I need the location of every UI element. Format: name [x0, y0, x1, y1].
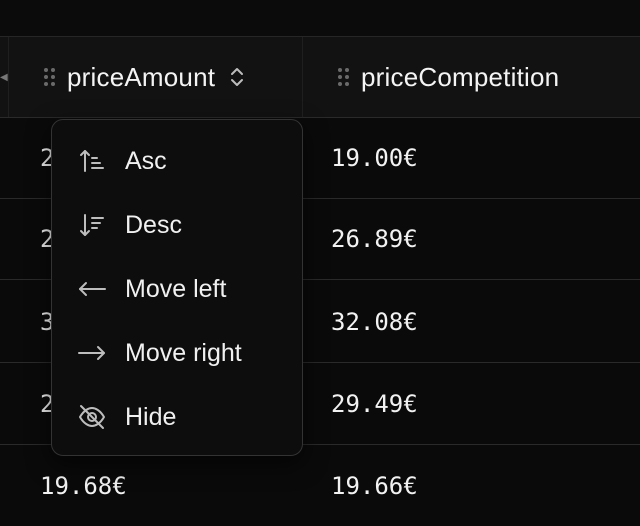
drag-handle-icon[interactable] [44, 68, 55, 86]
menu-item-label: Move right [125, 338, 242, 367]
menu-item-move-left[interactable]: Move left [52, 261, 302, 317]
column-header-price-amount[interactable]: priceAmount [44, 37, 245, 117]
menu-item-label: Desc [125, 210, 182, 239]
menu-item-hide[interactable]: Hide [52, 389, 302, 445]
table-header: ◀ priceAmount priceCompetition [0, 37, 640, 118]
column-header-label: priceCompetition [361, 61, 560, 92]
menu-item-label: Hide [125, 402, 177, 431]
cell-price-competition[interactable]: 32.08€ [331, 282, 418, 362]
arrow-right-icon [76, 337, 108, 369]
sort-ascending-icon [76, 145, 108, 177]
menu-item-label: Move left [125, 274, 227, 303]
column-header-label: priceAmount [67, 61, 216, 92]
cell-price-competition[interactable]: 29.49€ [331, 364, 418, 444]
column-header-price-competition[interactable]: priceCompetition [338, 37, 559, 117]
menu-item-move-right[interactable]: Move right [52, 325, 302, 381]
menu-item-asc[interactable]: Asc [52, 133, 302, 189]
sort-descending-icon [76, 209, 108, 241]
table-row[interactable]: 19.68€ 19.66€ [0, 446, 640, 526]
column-divider [8, 37, 9, 117]
toolbar-area [0, 0, 640, 37]
drag-handle-icon[interactable] [338, 68, 349, 86]
cell-price-competition[interactable]: 19.66€ [331, 446, 418, 526]
menu-item-label: Asc [125, 146, 167, 175]
sort-toggle-icon[interactable] [229, 65, 245, 89]
eye-off-icon [76, 401, 108, 433]
cell-price-amount[interactable]: 19.68€ [40, 446, 127, 526]
column-divider [302, 37, 303, 117]
cell-price-competition[interactable]: 19.00€ [331, 118, 418, 198]
arrow-left-icon [76, 273, 108, 305]
cell-price-competition[interactable]: 26.89€ [331, 199, 418, 279]
column-context-menu: Asc Desc Move left Move right Hide [51, 119, 303, 456]
previous-column-edge: ◀ [0, 72, 8, 83]
menu-item-desc[interactable]: Desc [52, 197, 302, 253]
